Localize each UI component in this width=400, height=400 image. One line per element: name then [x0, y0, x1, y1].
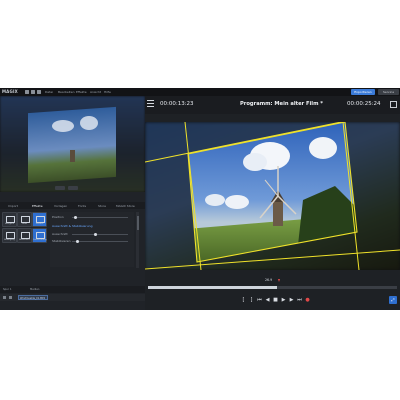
menu-hilfe[interactable]: Hilfe — [104, 90, 111, 94]
menu-effekte[interactable]: Effekte — [76, 90, 87, 94]
open-folder-icon[interactable] — [31, 90, 35, 94]
properties-scrollbar[interactable] — [136, 212, 139, 268]
next-marker-icon[interactable]: ▶ — [288, 297, 295, 304]
effect-brightness[interactable]: Helligkeit — [2, 212, 17, 227]
source-frame — [28, 106, 116, 184]
mark-out-icon[interactable]: ] — [248, 297, 255, 304]
effect-label: Bewegung — [4, 238, 15, 241]
transport-controls: [ ] ⏮ ◀ ■ ▶ ▶ ⏭ ● ⤢ — [145, 294, 400, 308]
video-editor-window: MAGIX Datei Bearbeiten Effekte Ansicht H… — [0, 88, 400, 310]
section-header[interactable]: Ausschnitt & Stabilisierung — [52, 224, 92, 228]
effect-label: Farbe — [21, 222, 28, 225]
preview-control[interactable] — [55, 186, 65, 190]
effect-color[interactable]: Farbe — [17, 212, 32, 227]
menu-ansicht[interactable]: Ansicht — [90, 90, 101, 94]
tab-effekte[interactable]: Effekte — [32, 204, 43, 208]
tab-import[interactable]: Import — [8, 204, 18, 208]
undock-window-icon[interactable] — [390, 101, 397, 108]
tab-magix-store[interactable]: MAGIX Store — [116, 204, 135, 208]
crop-guide-line — [145, 249, 400, 270]
position-bar[interactable] — [148, 286, 397, 289]
position-fill — [148, 286, 278, 289]
timeline-ruler[interactable]: 26.9 — [145, 272, 400, 292]
menu-bearbeiten[interactable]: Bearbeiten — [58, 90, 74, 94]
property-label: Ausschnitt — [52, 232, 68, 236]
export-button[interactable]: Exportieren — [351, 89, 375, 95]
new-project-icon[interactable] — [25, 90, 29, 94]
effect-motion[interactable]: Bewegung — [2, 228, 17, 243]
position-timecode: 26.9 — [265, 278, 273, 282]
effect-label: Stabilisierung — [33, 238, 47, 241]
effect-stabilize[interactable]: Stabilisierung — [32, 228, 47, 243]
source-preview — [0, 96, 145, 192]
track-type: Medien — [30, 288, 40, 291]
save-icon[interactable] — [37, 90, 41, 94]
left-panel: Import Effekte Vorlagen Fonts Store MAGI… — [0, 96, 145, 310]
current-timecode: 00:00:13:23 — [160, 101, 194, 107]
windmill-shape — [70, 150, 75, 162]
effect-crop[interactable]: Ausschnitt — [17, 228, 32, 243]
total-timecode: 00:00:25:24 — [347, 101, 381, 107]
hamburger-menu-icon[interactable] — [147, 100, 154, 108]
mark-in-icon[interactable]: [ — [240, 297, 247, 304]
crop-slider[interactable] — [72, 234, 128, 235]
previous-marker-icon[interactable]: ◀ — [264, 297, 271, 304]
preview-control[interactable] — [68, 186, 78, 190]
scrollbar-thumb[interactable] — [136, 216, 139, 230]
mute-icon[interactable] — [3, 296, 6, 299]
cloud-shape — [52, 120, 74, 132]
menu-bar: MAGIX Datei Bearbeiten Effekte Ansicht H… — [0, 88, 400, 96]
effects-grid: Helligkeit Farbe Schärfe Bewegung Aussch… — [2, 212, 47, 268]
playhead-marker-icon[interactable] — [278, 279, 280, 282]
stop-icon[interactable]: ■ — [272, 297, 279, 304]
property-label: Stabilisieren — [52, 239, 71, 243]
stabilize-slider[interactable] — [72, 241, 128, 242]
menu-datei[interactable]: Datei — [45, 90, 53, 94]
fullscreen-icon[interactable]: ⤢ — [389, 296, 397, 304]
slider-knob[interactable] — [94, 233, 97, 236]
effect-label: Helligkeit — [4, 222, 15, 225]
tab-vorlagen[interactable]: Vorlagen — [54, 204, 67, 208]
tab-fonts[interactable]: Fonts — [78, 204, 86, 208]
go-to-end-icon[interactable]: ⏭ — [296, 297, 303, 304]
record-icon[interactable]: ● — [304, 297, 311, 304]
effect-sharpness[interactable]: Schärfe — [32, 212, 47, 227]
program-monitor: 00:00:13:23 Programm: Mein alter Film * … — [145, 96, 400, 310]
go-to-start-icon[interactable]: ⏮ — [256, 297, 263, 304]
effect-label: Schärfe — [35, 222, 44, 225]
track-header: Spur 1 Medien — [0, 286, 145, 293]
video-clip[interactable]: Windmuehle_01.MP4 — [18, 295, 48, 300]
preview-frame — [145, 122, 400, 270]
effect-label: Ausschnitt — [19, 238, 30, 241]
left-tab-bar: Import Effekte Vorlagen Fonts Store MAGI… — [0, 202, 145, 209]
service-button[interactable]: Service — [378, 89, 399, 95]
lock-icon[interactable] — [9, 296, 12, 299]
app-logo: MAGIX — [2, 89, 18, 94]
monitor-header: 00:00:13:23 Programm: Mein alter Film * … — [145, 96, 400, 114]
play-icon[interactable]: ▶ — [280, 297, 287, 304]
tab-store[interactable]: Store — [98, 204, 106, 208]
slider-knob[interactable] — [76, 240, 79, 243]
property-label: Position — [52, 215, 64, 219]
timeline-track: Windmuehle_01.MP4 — [0, 294, 145, 301]
position-slider[interactable] — [72, 217, 128, 218]
effect-properties: Position Ausschnitt & Stabilisierung Aus… — [50, 212, 134, 267]
video-preview[interactable] — [145, 122, 400, 270]
program-title: Programm: Mein alter Film * — [240, 101, 324, 107]
track-name: Spur 1 — [3, 288, 12, 291]
slider-knob[interactable] — [74, 216, 77, 219]
cloud-shape — [80, 116, 98, 130]
